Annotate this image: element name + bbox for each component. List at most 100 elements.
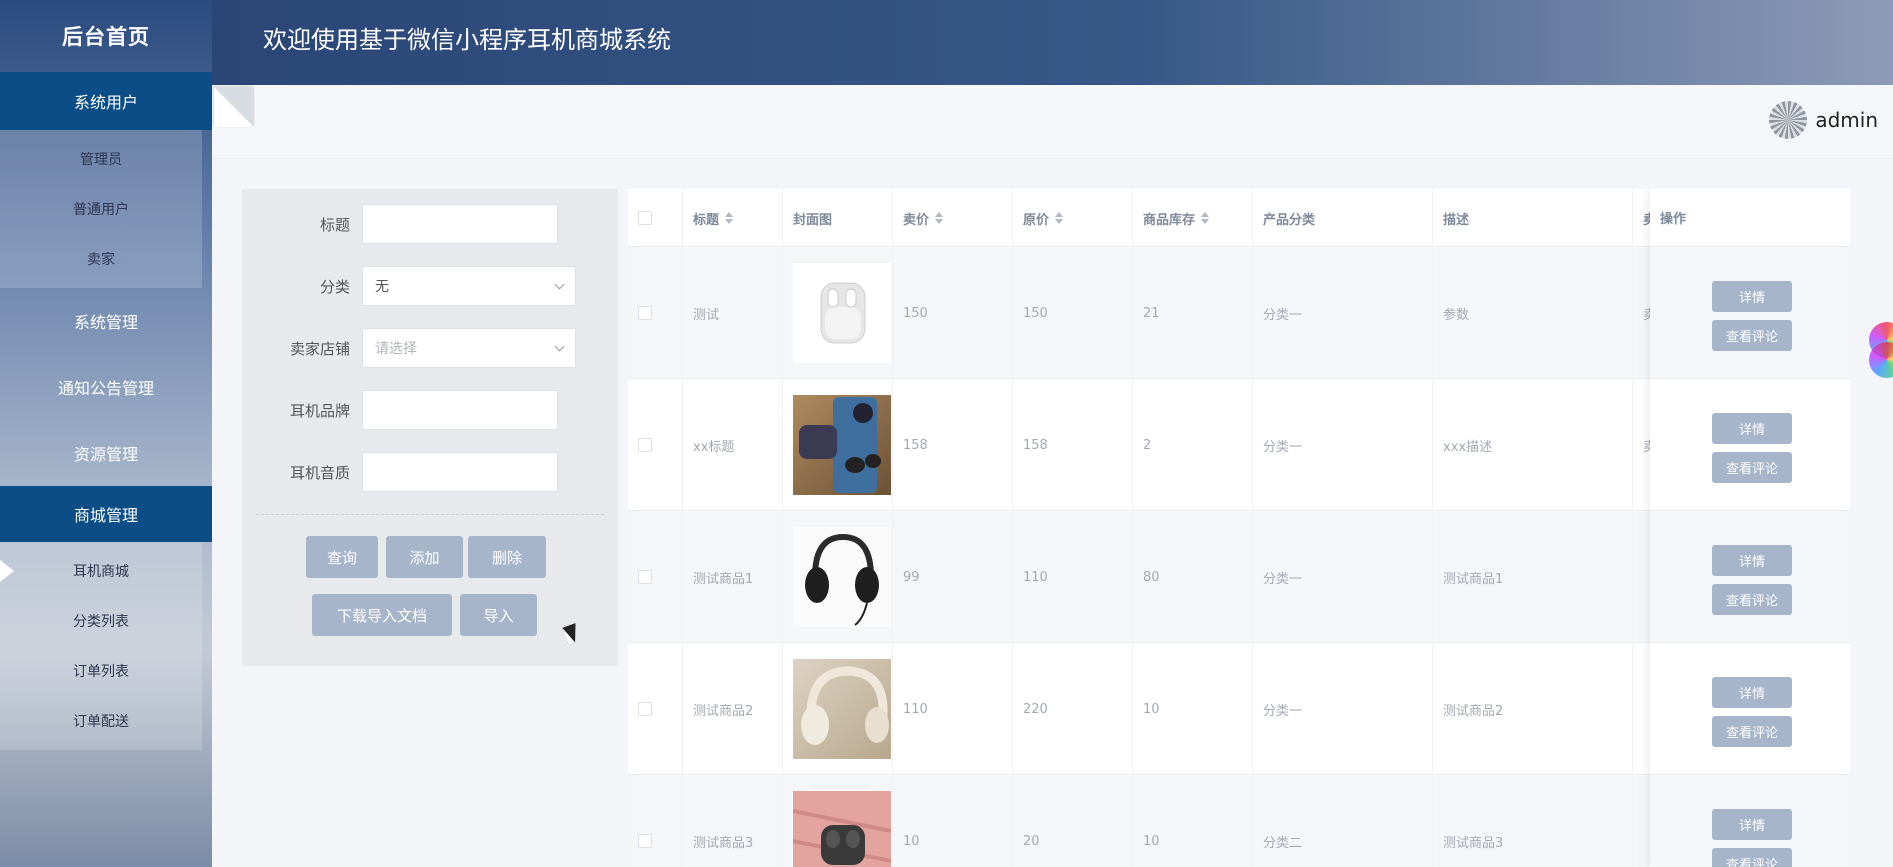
shop-label: 卖家店铺: [289, 339, 350, 358]
cell-price: 10: [893, 775, 1013, 867]
cell-stock: 80: [1133, 511, 1253, 643]
chevron-down-icon: [554, 279, 565, 289]
title-label: 标题: [319, 215, 350, 234]
floating-widget-icon[interactable]: [1869, 342, 1893, 378]
row-checkbox[interactable]: [638, 702, 652, 716]
cell-category: 分类一: [1253, 643, 1433, 775]
sidebar-item-order-delivery[interactable]: 订单配送: [0, 696, 202, 746]
cell-original: 220: [1013, 643, 1133, 775]
detail-button[interactable]: 详情: [1712, 281, 1792, 312]
cell-original: 20: [1013, 775, 1133, 867]
cell-desc: 测试商品2: [1433, 643, 1633, 775]
th-original[interactable]: 原价: [1013, 189, 1133, 247]
cell-desc: 测试商品1: [1433, 511, 1633, 643]
cell-price: 150: [893, 247, 1013, 379]
view-comments-button[interactable]: 查看评论: [1712, 848, 1792, 867]
cell-category: 分类一: [1253, 379, 1433, 511]
cell-title: 测试商品2: [683, 643, 783, 775]
th-desc: 描述: [1433, 189, 1633, 247]
product-cover-image[interactable]: [793, 659, 891, 759]
collapse-sidebar-icon[interactable]: [214, 87, 254, 127]
chevron-down-icon: [554, 341, 565, 351]
product-cover-image[interactable]: [793, 791, 891, 867]
category-select[interactable]: 无: [362, 266, 576, 306]
sidebar-item-admin[interactable]: 管理员: [0, 134, 202, 184]
menu-notice-management[interactable]: 通知公告管理: [0, 354, 212, 420]
import-button[interactable]: 导入: [460, 594, 537, 636]
cell-original: 158: [1013, 379, 1133, 511]
sidebar-item-sellers[interactable]: 卖家: [0, 234, 202, 284]
cell-stock: 21: [1133, 247, 1253, 379]
sort-icon[interactable]: [935, 212, 944, 224]
avatar[interactable]: [1769, 101, 1808, 139]
cell-price: 110: [893, 643, 1013, 775]
th-title[interactable]: 标题: [683, 189, 783, 247]
divider: [256, 514, 604, 515]
sort-icon[interactable]: [1055, 212, 1064, 224]
sidebar-item-category-list[interactable]: 分类列表: [0, 596, 202, 646]
quality-input[interactable]: [362, 452, 558, 492]
select-all-checkbox[interactable]: [638, 211, 652, 225]
brand-input[interactable]: [362, 390, 558, 430]
view-comments-button[interactable]: 查看评论: [1712, 452, 1792, 483]
detail-button[interactable]: 详情: [1712, 809, 1792, 840]
shop-select-placeholder: 请选择: [375, 341, 417, 357]
sub-header: admin: [212, 85, 1893, 159]
menu-resource-management[interactable]: 资源管理: [0, 420, 212, 486]
delete-button[interactable]: 删除: [468, 536, 546, 578]
menu-system-users[interactable]: 系统用户: [0, 72, 212, 130]
top-header: 欢迎使用基于微信小程序耳机商城系统: [212, 0, 1893, 85]
th-category: 产品分类: [1253, 189, 1433, 247]
product-cover-image[interactable]: [793, 527, 891, 627]
row-checkbox[interactable]: [638, 438, 652, 452]
cell-desc: 参数: [1433, 247, 1633, 379]
product-cover-image[interactable]: [793, 395, 891, 495]
view-comments-button[interactable]: 查看评论: [1712, 716, 1792, 747]
th-price[interactable]: 卖价: [893, 189, 1013, 247]
user-menu[interactable]: admin: [1769, 101, 1878, 139]
view-comments-button[interactable]: 查看评论: [1712, 584, 1792, 615]
cell-price: 99: [893, 511, 1013, 643]
cell-original: 150: [1013, 247, 1133, 379]
detail-button[interactable]: 详情: [1712, 545, 1792, 576]
brand-label: 耳机品牌: [289, 401, 350, 420]
th-stock[interactable]: 商品库存: [1133, 189, 1253, 247]
shop-select[interactable]: 请选择: [362, 328, 576, 368]
download-template-button[interactable]: 下载导入文档: [312, 594, 452, 636]
row-checkbox[interactable]: [638, 834, 652, 848]
username[interactable]: admin: [1815, 108, 1878, 132]
row-checkbox[interactable]: [638, 570, 652, 584]
cell-title: 测试: [683, 247, 783, 379]
product-cover-image[interactable]: [793, 263, 891, 363]
product-table: 标题 封面图 卖价 原价 商品库存 产品分类 描述 卖 测试 150 150 2…: [628, 189, 1850, 867]
cell-stock: 2: [1133, 379, 1253, 511]
menu-system-management[interactable]: 系统管理: [0, 288, 212, 354]
menu-mall-management[interactable]: 商城管理: [0, 486, 212, 542]
page-title: 欢迎使用基于微信小程序耳机商城系统: [263, 26, 671, 54]
sidebar-item-order-list[interactable]: 订单列表: [0, 646, 202, 696]
sidebar-item-normal-users[interactable]: 普通用户: [0, 184, 202, 234]
cell-stock: 10: [1133, 775, 1253, 867]
category-select-value: 无: [375, 279, 389, 295]
th-cover: 封面图: [783, 189, 893, 247]
query-button[interactable]: 查询: [306, 536, 378, 578]
cell-desc: 测试商品3: [1433, 775, 1633, 867]
view-comments-button[interactable]: 查看评论: [1712, 320, 1792, 351]
add-button[interactable]: 添加: [386, 536, 463, 578]
category-label: 分类: [319, 277, 350, 296]
detail-button[interactable]: 详情: [1712, 413, 1792, 444]
sort-icon[interactable]: [725, 212, 734, 224]
sidebar-logo[interactable]: 后台首页: [0, 0, 212, 72]
sidebar: 后台首页 系统用户 管理员 普通用户 卖家 系统管理 通知公告管理 资源管理 商…: [0, 0, 212, 867]
sort-icon[interactable]: [1201, 212, 1210, 224]
title-input[interactable]: [362, 204, 558, 244]
sidebar-item-earphone-mall[interactable]: 耳机商城: [0, 546, 202, 596]
cell-title: 测试商品1: [683, 511, 783, 643]
search-panel: 标题 分类 无 卖家店铺 请选择 耳机品牌 耳机音质 查询 添加 删除 下载导入…: [242, 189, 618, 666]
cell-desc: xxx描述: [1433, 379, 1633, 511]
cell-category: 分类二: [1253, 775, 1433, 867]
detail-button[interactable]: 详情: [1712, 677, 1792, 708]
row-checkbox[interactable]: [638, 306, 652, 320]
cell-original: 110: [1013, 511, 1133, 643]
cell-category: 分类一: [1253, 247, 1433, 379]
